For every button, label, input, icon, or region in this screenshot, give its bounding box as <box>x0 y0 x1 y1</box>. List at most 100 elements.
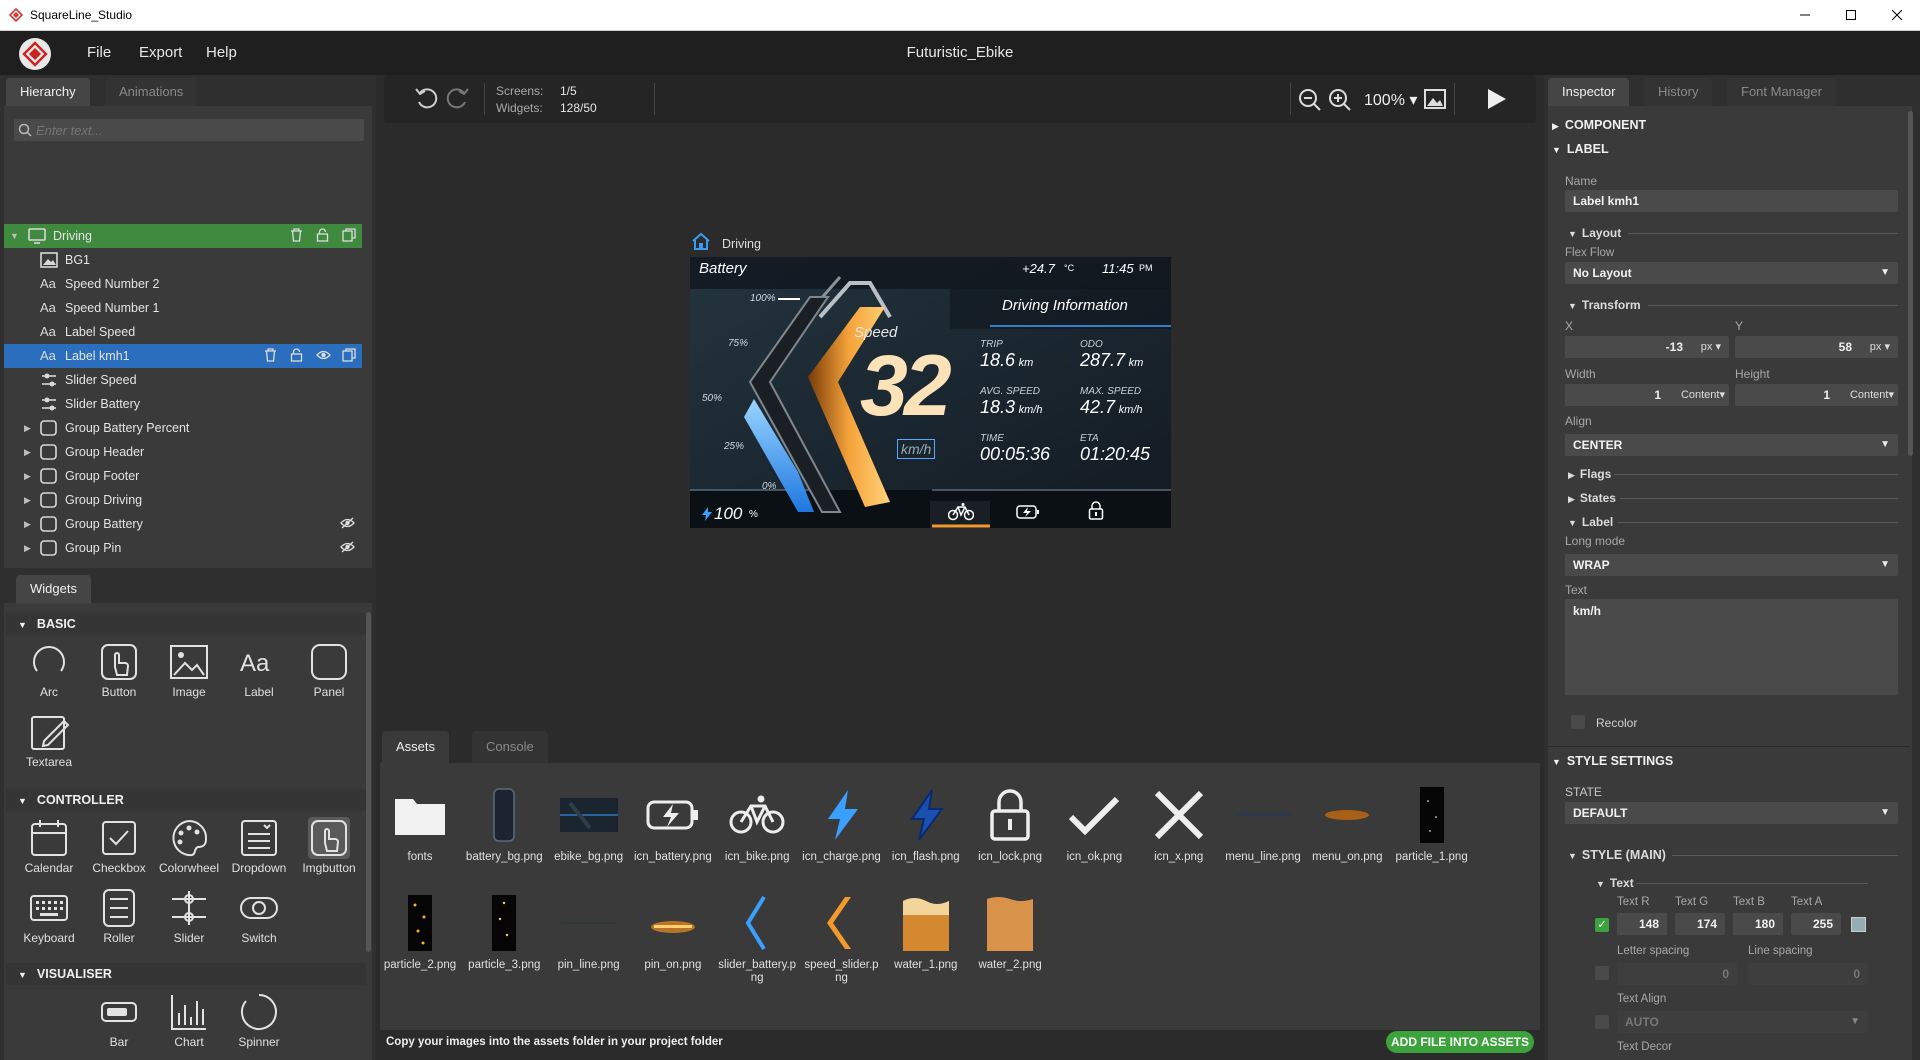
tab-font-manager[interactable]: Font Manager <box>1727 78 1836 106</box>
widget-label[interactable]: Aa Label <box>224 637 294 703</box>
undo-icon[interactable] <box>414 87 440 111</box>
letter-spacing-checkbox[interactable] <box>1595 966 1609 980</box>
widget-textarea[interactable]: Textarea <box>14 707 84 773</box>
section-component[interactable]: ▶ COMPONENT <box>1552 118 1646 132</box>
asset-pin-line-png[interactable]: pin_line.png <box>547 893 631 972</box>
preview-speed-unit[interactable]: km/h <box>897 439 936 459</box>
widget-roller[interactable]: Roller <box>84 883 154 949</box>
widget-dropdown[interactable]: Dropdown <box>224 813 294 879</box>
expand-arrow-icon[interactable]: ▶ <box>24 536 31 560</box>
flex-flow-dropdown[interactable]: No Layout ▼ <box>1565 262 1898 284</box>
hierarchy-search[interactable] <box>14 119 364 141</box>
asset-particle-1-png[interactable]: particle_1.png <box>1390 785 1474 864</box>
widget-checkbox[interactable]: Checkbox <box>84 813 154 879</box>
expand-arrow-icon[interactable]: ▶ <box>24 440 31 464</box>
section-visualiser[interactable]: ▼ VISUALISER <box>6 963 366 985</box>
hierarchy-search-input[interactable] <box>36 119 356 141</box>
widget-bar[interactable]: Bar <box>84 987 154 1053</box>
tree-row-group-pin[interactable]: ▶ Group Pin <box>4 536 362 560</box>
asset-battery-bg-png[interactable]: battery_bg.png <box>462 785 546 864</box>
lock-icon[interactable] <box>290 348 303 362</box>
trash-icon[interactable] <box>264 348 277 362</box>
expand-arrow-icon[interactable]: ▶ <box>24 512 31 536</box>
tree-row-group-header[interactable]: ▶ Group Header <box>4 440 362 464</box>
tree-row-group-footer[interactable]: ▶ Group Footer <box>4 464 362 488</box>
screen-preview[interactable]: Battery +24.7 °C 11:45 PM Driving Inform… <box>690 257 1171 528</box>
widget-spinner[interactable]: Spinner <box>224 987 294 1053</box>
widgets-scrollbar[interactable] <box>366 612 371 952</box>
asset-icn-lock-png[interactable]: icn_lock.png <box>968 785 1052 864</box>
menu-help[interactable]: Help <box>206 44 237 61</box>
rgba-field-b[interactable]: 180 <box>1733 913 1783 935</box>
asset-water-1-png[interactable]: water_1.png <box>884 893 968 972</box>
tab-hierarchy[interactable]: Hierarchy <box>6 78 90 106</box>
hidden-icon[interactable] <box>340 540 355 554</box>
section-controller[interactable]: ▼ CONTROLLER <box>6 789 366 811</box>
lock-icon[interactable] <box>316 228 329 242</box>
asset-speed-slider-png[interactable]: speed_slider.png <box>800 893 884 985</box>
asset-menu-line-png[interactable]: menu_line.png <box>1221 785 1305 864</box>
asset-slider-battery-png[interactable]: slider_battery.png <box>715 893 799 985</box>
background-image-icon[interactable] <box>1424 89 1446 109</box>
zoom-in-icon[interactable] <box>1328 88 1352 112</box>
expand-arrow-icon[interactable]: ▶ <box>24 464 31 488</box>
widget-arc[interactable]: Arc <box>14 637 84 703</box>
tree-row-label-speed[interactable]: Aa Label Speed <box>4 320 362 344</box>
asset-icn-flash-png[interactable]: icn_flash.png <box>884 785 968 864</box>
maximize-button[interactable] <box>1828 0 1874 30</box>
widget-button[interactable]: Button <box>84 637 154 703</box>
states-toggle[interactable]: ▶ States <box>1568 491 1616 505</box>
duplicate-icon[interactable] <box>342 348 356 362</box>
asset-ebike-bg-png[interactable]: ebike_bg.png <box>547 785 631 864</box>
redo-icon[interactable] <box>444 87 470 111</box>
height-field[interactable]: 1 Content▾ <box>1735 384 1898 406</box>
recolor-checkbox[interactable] <box>1571 715 1585 729</box>
expand-arrow-icon[interactable]: ▼ <box>10 224 19 248</box>
width-field[interactable]: 1 Content▾ <box>1565 384 1729 406</box>
widget-calendar[interactable]: Calendar <box>14 813 84 879</box>
section-basic[interactable]: ▼ BASIC <box>6 613 366 635</box>
name-field[interactable]: Label kmh1 <box>1565 190 1898 212</box>
text-area[interactable]: km/h <box>1565 599 1898 695</box>
tree-row-group-battery[interactable]: ▶ Group Battery <box>4 512 362 536</box>
text-align-checkbox[interactable] <box>1595 1015 1609 1029</box>
tree-row-group-battery-percent[interactable]: ▶ Group Battery Percent <box>4 416 362 440</box>
asset-icn-bike-png[interactable]: icn_bike.png <box>715 785 799 864</box>
tree-row-slider-battery[interactable]: Slider Battery <box>4 392 362 416</box>
menu-export[interactable]: Export <box>139 44 182 61</box>
tree-row-group-driving[interactable]: ▶ Group Driving <box>4 488 362 512</box>
visibility-icon[interactable] <box>316 348 331 362</box>
widget-colorwheel[interactable]: Colorwheel <box>154 813 224 879</box>
tree-row-driving[interactable]: ▼ Driving <box>4 224 362 248</box>
rgba-field-r[interactable]: 148 <box>1617 913 1667 935</box>
play-icon[interactable] <box>1484 87 1508 111</box>
rgba-field-g[interactable]: 174 <box>1675 913 1725 935</box>
tab-history[interactable]: History <box>1644 78 1713 106</box>
widget-image[interactable]: Image <box>154 637 224 703</box>
widget-panel[interactable]: Panel <box>294 637 364 703</box>
asset-icn-battery-png[interactable]: icn_battery.png <box>631 785 715 864</box>
zoom-select[interactable]: 100% ▾ <box>1364 90 1417 110</box>
style-main-toggle[interactable]: ▼ STYLE (MAIN) <box>1568 848 1666 862</box>
letter-spacing-field[interactable]: 0 <box>1617 963 1737 985</box>
tab-inspector[interactable]: Inspector <box>1548 78 1630 106</box>
expand-arrow-icon[interactable]: ▶ <box>24 488 31 512</box>
asset-icn-charge-png[interactable]: icn_charge.png <box>800 785 884 864</box>
duplicate-icon[interactable] <box>342 228 356 242</box>
text-color-checkbox[interactable]: ✓ <box>1595 918 1609 932</box>
widget-chart[interactable]: Chart <box>154 987 224 1053</box>
layout-toggle[interactable]: ▼ Layout <box>1568 226 1621 240</box>
flags-toggle[interactable]: ▶ Flags <box>1568 467 1611 481</box>
tree-row-bg1[interactable]: BG1 <box>4 248 362 272</box>
close-button[interactable] <box>1874 0 1920 30</box>
widget-keyboard[interactable]: Keyboard <box>14 883 84 949</box>
widget-switch[interactable]: Switch <box>224 883 294 949</box>
tab-assets[interactable]: Assets <box>382 731 450 763</box>
tree-row-label-kmh1[interactable]: Aa Label kmh1 <box>4 344 362 368</box>
add-file-button[interactable]: ADD FILE INTO ASSETS <box>1386 1031 1534 1053</box>
state-dropdown[interactable]: DEFAULT ▼ <box>1565 802 1898 824</box>
asset-icn-x-png[interactable]: icn_x.png <box>1137 785 1221 864</box>
transform-toggle[interactable]: ▼ Transform <box>1568 298 1641 312</box>
hidden-icon[interactable] <box>340 516 355 530</box>
asset-particle-3-png[interactable]: particle_3.png <box>462 893 546 972</box>
